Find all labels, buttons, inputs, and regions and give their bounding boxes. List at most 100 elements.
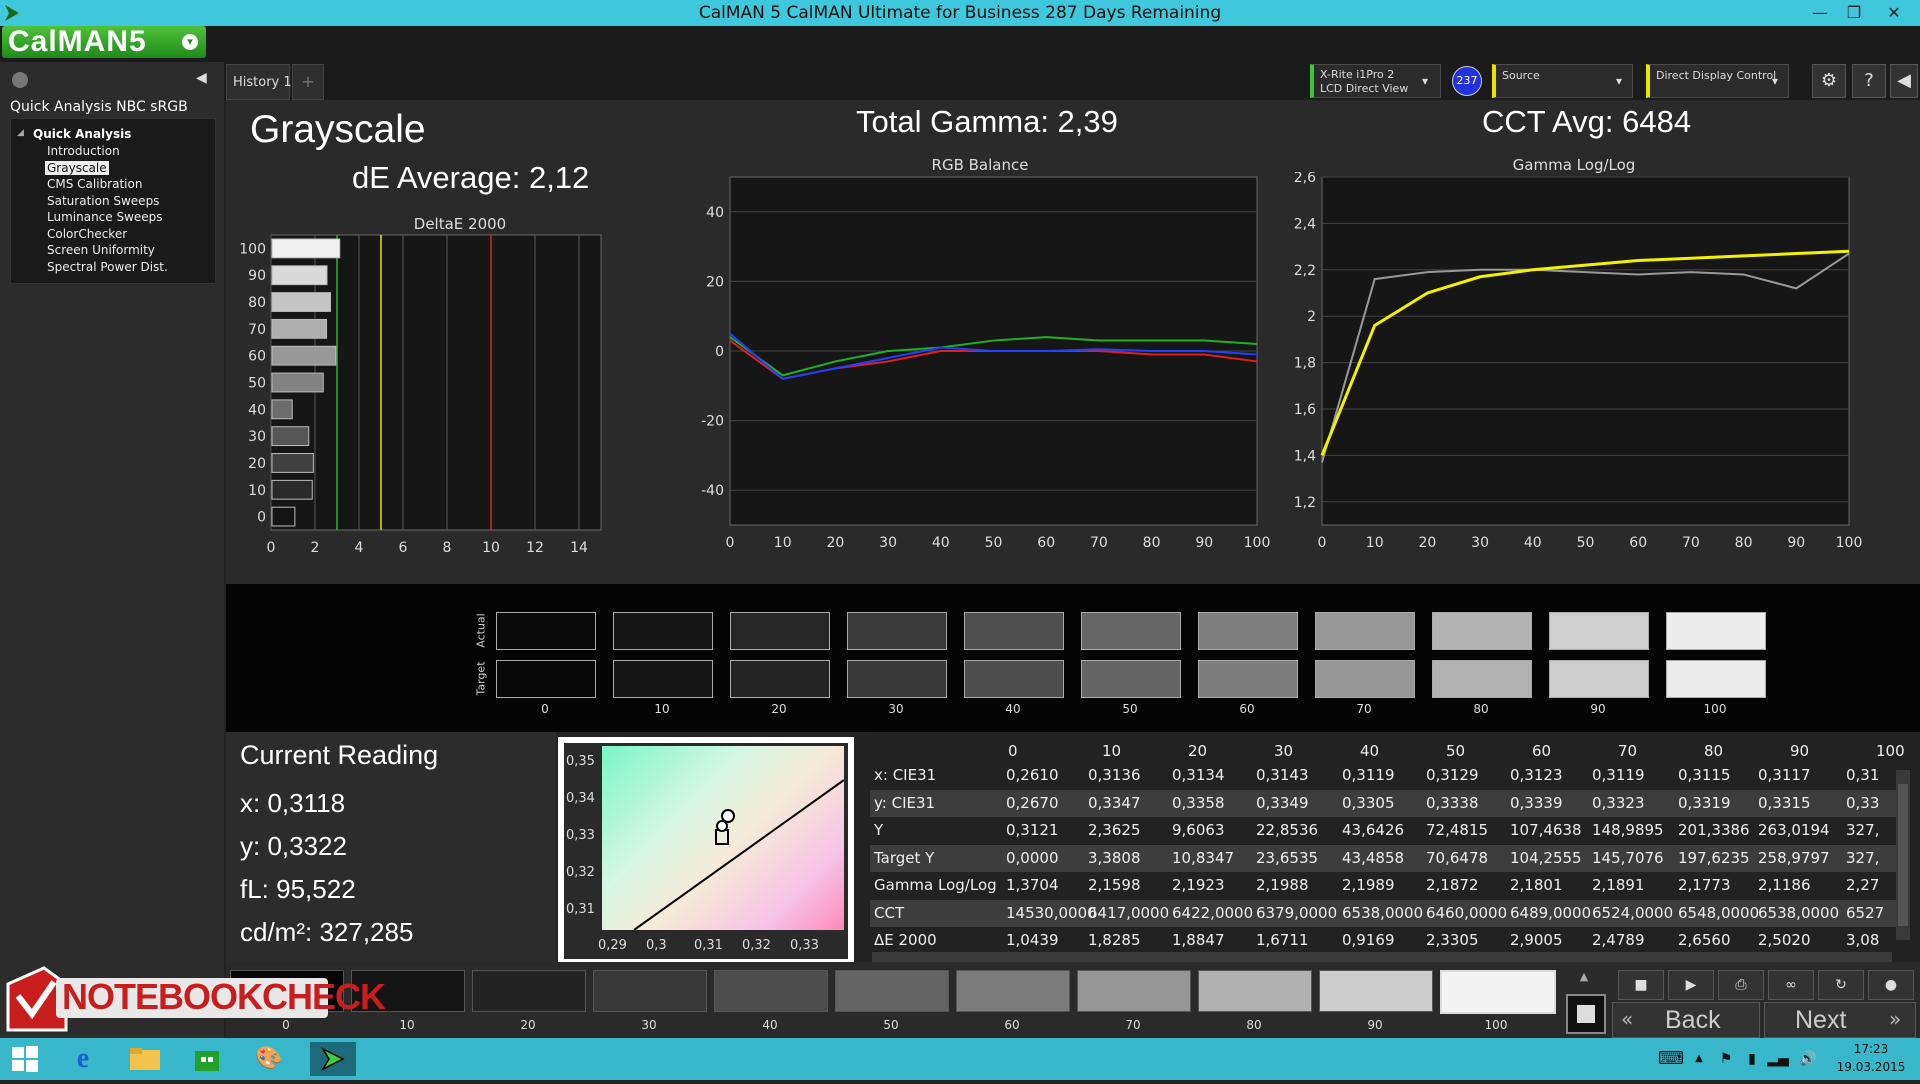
display-selector[interactable]: Direct Display Control ▾ bbox=[1646, 64, 1789, 98]
windows-start-icon[interactable] bbox=[2, 1042, 48, 1076]
clock-time[interactable]: 17:23 bbox=[1836, 1042, 1906, 1056]
add-tab-button[interactable]: + bbox=[292, 64, 324, 100]
deltae-x-tick: 12 bbox=[526, 540, 544, 556]
target-swatch-70 bbox=[1315, 660, 1415, 698]
deltae-y-tick: 60 bbox=[248, 349, 266, 365]
bottom-swatch-20[interactable] bbox=[472, 970, 586, 1012]
calman-taskbar-icon[interactable] bbox=[310, 1042, 356, 1076]
cie-y-tick: 0,35 bbox=[566, 754, 595, 769]
tree-section-quick-analysis[interactable]: Quick Analysis bbox=[33, 127, 131, 141]
bottom-swatch-90[interactable] bbox=[1319, 970, 1433, 1012]
network-icon[interactable]: ▂▄ bbox=[1764, 1042, 1792, 1076]
close-icon[interactable]: ✕ bbox=[1878, 1, 1910, 25]
deltae-x-tick: 8 bbox=[443, 540, 452, 556]
file-explorer-icon[interactable] bbox=[122, 1042, 168, 1076]
actual-swatch-70 bbox=[1315, 612, 1415, 650]
cie-x-tick: 0,31 bbox=[694, 938, 723, 953]
bottom-swatch-100[interactable] bbox=[1440, 970, 1556, 1014]
save-icon[interactable]: ⎙ bbox=[1718, 970, 1764, 1000]
next-button[interactable]: Next » bbox=[1764, 1002, 1916, 1038]
rgb-x-tick: 20 bbox=[826, 535, 844, 551]
next-arrow-icon: » bbox=[1889, 1007, 1902, 1031]
deltae-y-tick: 70 bbox=[248, 322, 266, 338]
table-row-label: y: CIE31 bbox=[874, 793, 936, 812]
bottom-swatch-30[interactable] bbox=[593, 970, 707, 1012]
table-scrollbar[interactable] bbox=[1896, 770, 1910, 940]
total-gamma: Total Gamma: 2,39 bbox=[856, 104, 1118, 139]
target-swatch-50 bbox=[1081, 660, 1181, 698]
rgb-y-tick: -40 bbox=[701, 483, 724, 499]
table-h-scrollbar[interactable] bbox=[872, 952, 1892, 962]
options-icon[interactable]: ● bbox=[1868, 970, 1914, 1000]
bottom-swatch-80[interactable] bbox=[1198, 970, 1312, 1012]
table-cell: 72,4815 bbox=[1426, 821, 1489, 839]
calman-logo[interactable]: CalMAN5 ▾ bbox=[2, 25, 206, 58]
meter-status-badge[interactable]: 237 bbox=[1452, 66, 1482, 96]
chevron-down-icon: ▾ bbox=[1616, 74, 1623, 88]
sidebar-home-icon[interactable] bbox=[12, 72, 28, 88]
tree-item-luminance-sweeps[interactable]: Luminance Sweeps bbox=[47, 210, 163, 224]
stop-measure-button[interactable] bbox=[1566, 994, 1606, 1034]
clock-date[interactable]: 19.03.2015 bbox=[1830, 1060, 1912, 1074]
gamma-x-tick: 50 bbox=[1577, 535, 1595, 551]
deltae-bar-10 bbox=[271, 479, 313, 500]
tree-item-spectral-power[interactable]: Spectral Power Dist. bbox=[47, 260, 168, 274]
volume-icon[interactable]: 🔊 bbox=[1794, 1042, 1822, 1076]
battery-icon[interactable]: ▮ bbox=[1738, 1042, 1766, 1076]
source-selector[interactable]: Source ▾ bbox=[1492, 64, 1633, 98]
tree-expand-icon[interactable]: ◢ bbox=[17, 128, 24, 138]
source-label: Source bbox=[1502, 69, 1540, 82]
bottom-swatch-label: 90 bbox=[1367, 1018, 1383, 1032]
gamma-y-tick: 1,6 bbox=[1294, 402, 1316, 418]
target-row-label: Target bbox=[474, 661, 488, 696]
tree-item-grayscale[interactable]: Grayscale bbox=[45, 161, 109, 175]
actual-swatch-20 bbox=[730, 612, 830, 650]
target-swatch-10 bbox=[613, 660, 713, 698]
refresh-icon[interactable]: ↻ bbox=[1818, 970, 1864, 1000]
table-header-0: 0 bbox=[1008, 742, 1018, 760]
gamma-y-tick: 2,6 bbox=[1294, 172, 1316, 186]
actual-swatch-90 bbox=[1549, 612, 1649, 650]
table-cell: 0,3123 bbox=[1510, 766, 1563, 784]
play-icon[interactable]: ▶ bbox=[1668, 970, 1714, 1000]
tree-item-cms-calibration[interactable]: CMS Calibration bbox=[47, 177, 142, 191]
stop-icon[interactable]: ■ bbox=[1618, 970, 1664, 1000]
tree-item-colorchecker[interactable]: ColorChecker bbox=[47, 227, 127, 241]
chevron-down-icon: ▾ bbox=[182, 34, 198, 50]
help-icon[interactable]: ? bbox=[1852, 64, 1886, 98]
store-icon[interactable] bbox=[184, 1042, 230, 1076]
settings-gear-icon[interactable]: ⚙ bbox=[1812, 64, 1846, 98]
table-cell: 0,3119 bbox=[1342, 766, 1395, 784]
back-button[interactable]: « Back bbox=[1612, 1002, 1760, 1038]
bottom-swatch-70[interactable] bbox=[1077, 970, 1191, 1012]
tree-item-saturation-sweeps[interactable]: Saturation Sweeps bbox=[47, 194, 159, 208]
loop-icon[interactable]: ∞ bbox=[1768, 970, 1814, 1000]
action-center-icon[interactable]: ⚑ bbox=[1712, 1042, 1740, 1076]
table-cell: 0,3129 bbox=[1426, 766, 1479, 784]
meter-selector[interactable]: X-Rite i1Pro 2 LCD Direct View ▾ bbox=[1310, 64, 1441, 98]
collapse-sidebar-icon[interactable]: ◀ bbox=[196, 70, 207, 86]
tree-item-introduction[interactable]: Introduction bbox=[47, 144, 120, 158]
bottom-swatch-40[interactable] bbox=[714, 970, 828, 1012]
restore-icon[interactable]: ❐ bbox=[1838, 1, 1870, 25]
rgb-y-tick: -20 bbox=[701, 414, 724, 430]
table-cell: 0,0000 bbox=[1006, 848, 1059, 867]
swatch-label: 40 bbox=[1005, 702, 1021, 716]
keyboard-icon[interactable]: ⌨ bbox=[1648, 1042, 1694, 1076]
bottom-swatch-50[interactable] bbox=[835, 970, 949, 1012]
deltae-bar-90 bbox=[271, 265, 328, 286]
bottom-swatch-60[interactable] bbox=[956, 970, 1070, 1012]
internet-explorer-icon[interactable]: e bbox=[60, 1042, 106, 1076]
deltae-bar-50 bbox=[271, 372, 324, 393]
collapse-right-icon[interactable]: ◀ bbox=[1890, 64, 1918, 98]
tab-history-1[interactable]: History 1 bbox=[226, 64, 292, 100]
scroll-up-icon[interactable]: ▲ bbox=[1566, 970, 1602, 984]
minimize-icon[interactable]: — bbox=[1804, 1, 1836, 25]
logo-text: CalMAN5 bbox=[8, 25, 147, 58]
paint-icon[interactable]: 🎨 bbox=[246, 1042, 292, 1076]
tree-item-screen-uniformity[interactable]: Screen Uniformity bbox=[47, 243, 155, 257]
table-cell: 201,3386 bbox=[1678, 821, 1750, 839]
chevron-down-icon: ▾ bbox=[1772, 74, 1779, 88]
gamma-chart: 2,6 2,4 2,2 2 1,8 1,6 1,4 1,2 0 10 20 30 40 50 60 70 80 9… bbox=[1294, 172, 1863, 551]
tray-expand-icon[interactable]: ▲ bbox=[1690, 1042, 1708, 1076]
